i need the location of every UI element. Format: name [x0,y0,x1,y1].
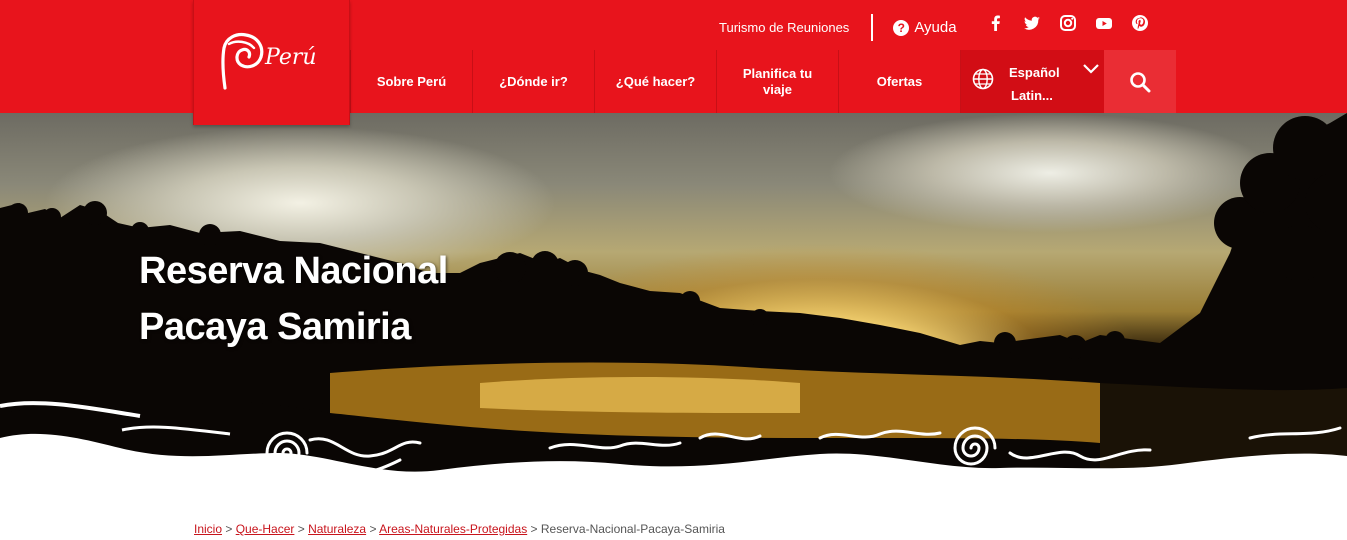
breadcrumb: Inicio > Que-Hacer > Naturaleza > Areas-… [194,522,725,536]
breadcrumb-current: Reserva-Nacional-Pacaya-Samiria [540,522,725,536]
help-label: Ayuda [914,19,957,36]
instagram-icon[interactable] [1059,14,1077,32]
facebook-icon[interactable] [987,14,1005,32]
breadcrumb-separator: > [527,522,541,536]
main-nav: Sobre Perú ¿Dónde ir? ¿Qué hacer? Planif… [350,50,961,113]
language-selector[interactable]: Español Latin... [961,50,1104,113]
nav-item-que-hacer[interactable]: ¿Qué hacer? [594,50,716,113]
peru-spiral-logo: Perú [221,32,317,90]
nav-item-donde-ir[interactable]: ¿Dónde ir? [472,50,594,113]
peru-logo[interactable]: Perú [193,0,350,125]
hero-title-line1: Reserva Nacional [139,250,448,292]
nav-item-ofertas[interactable]: Ofertas [838,50,961,113]
help-icon: ? [893,19,910,36]
search-icon [1130,71,1151,92]
breadcrumb-link-inicio[interactable]: Inicio [194,522,222,536]
decorative-wave [0,401,1347,510]
help-link[interactable]: ? Ayuda [893,19,957,36]
youtube-icon[interactable] [1095,14,1113,32]
globe-icon [972,68,994,90]
hero-title: Reserva Nacional Pacaya Samiria [139,243,448,355]
social-links [987,14,1149,32]
breadcrumb-link-naturaleza[interactable]: Naturaleza [308,522,366,536]
breadcrumb-link-areas[interactable]: Areas-Naturales-Protegidas [379,522,527,536]
logo-text: Perú [264,45,317,70]
breadcrumb-separator: > [366,522,380,536]
breadcrumb-link-que-hacer[interactable]: Que-Hacer [236,522,295,536]
language-label: Español [1009,65,1060,80]
twitter-icon[interactable] [1023,14,1041,32]
chevron-down-icon [1083,64,1099,74]
turismo-reuniones-link[interactable]: Turismo de Reuniones [719,14,874,41]
pinterest-icon[interactable] [1131,14,1149,32]
breadcrumb-separator: > [294,522,309,536]
nav-item-planifica[interactable]: Planifica tu viaje [716,50,838,113]
search-button[interactable] [1104,50,1176,113]
hero-title-line2: Pacaya Samiria [139,306,411,348]
hero-banner: Reserva Nacional Pacaya Samiria [0,113,1347,510]
top-links: Turismo de Reuniones ? Ayuda [719,14,957,41]
language-region: Latin... [1011,88,1053,103]
nav-item-sobre-peru[interactable]: Sobre Perú [350,50,472,113]
breadcrumb-separator: > [222,522,236,536]
